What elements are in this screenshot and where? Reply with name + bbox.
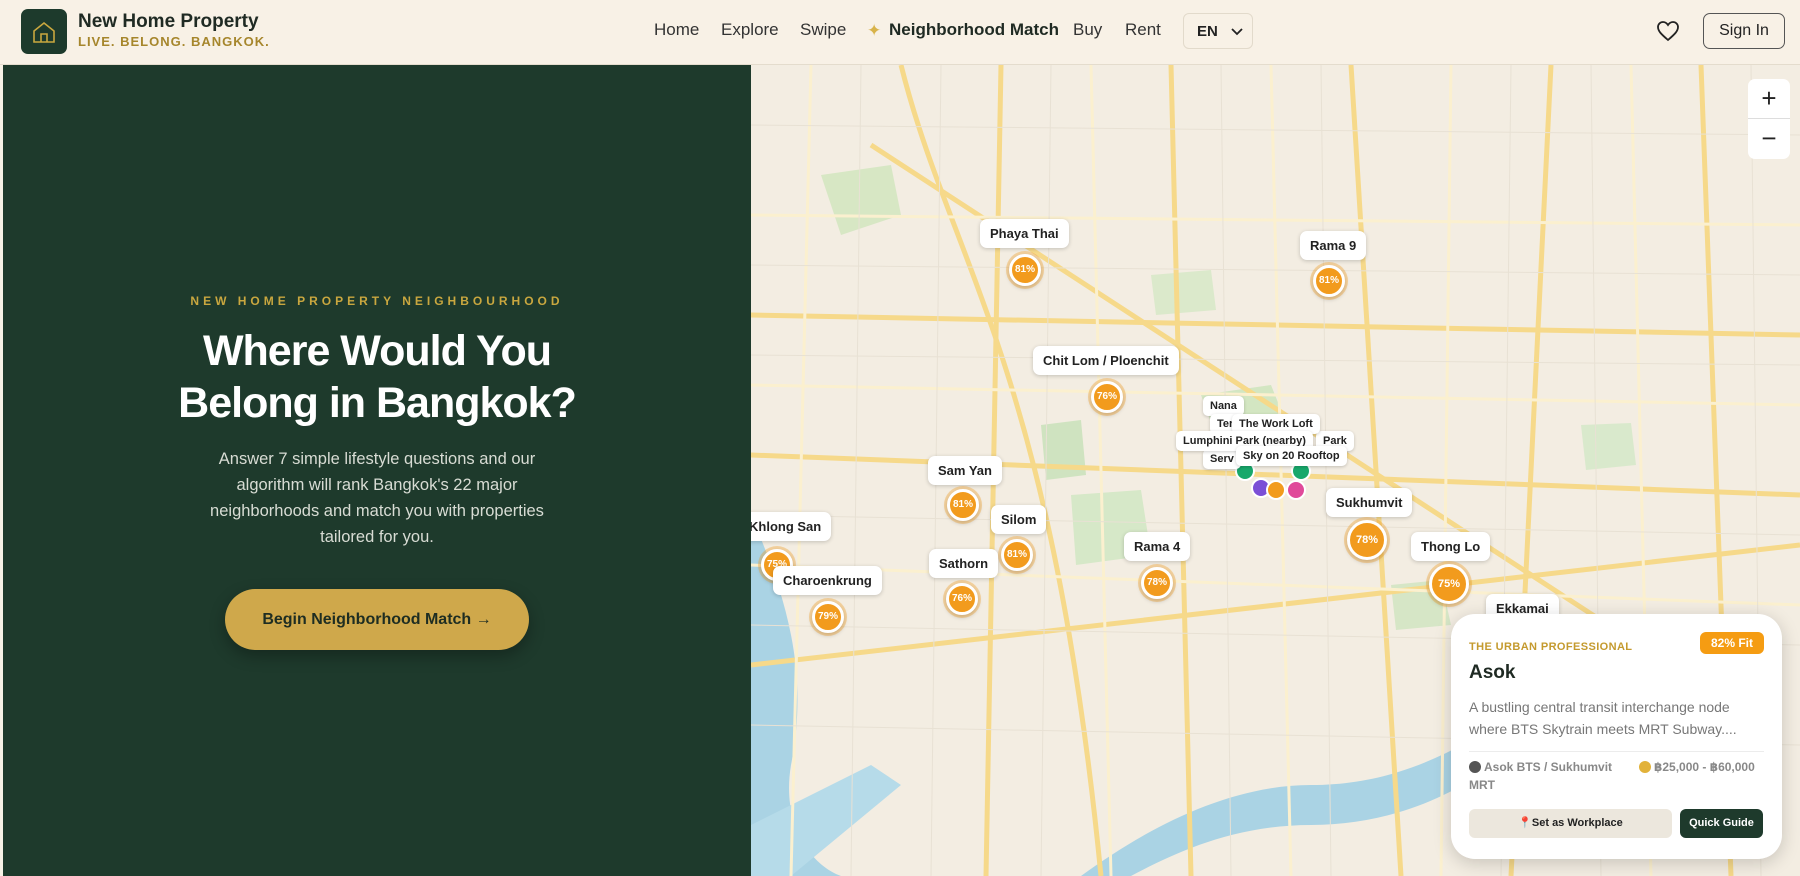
- nav-buy[interactable]: Buy: [1073, 20, 1102, 40]
- hero-title-line1: Where Would You: [202, 327, 552, 375]
- train-icon: [1469, 761, 1481, 773]
- chevron-down-icon: [1231, 28, 1243, 36]
- poi-label-sky-rooftop[interactable]: Sky on 20 Rooftop: [1236, 446, 1347, 466]
- nav-neighborhood-match[interactable]: Neighborhood Match: [889, 20, 1059, 40]
- zoom-in-button[interactable]: +: [1748, 79, 1790, 119]
- sign-in-button[interactable]: Sign In: [1703, 13, 1785, 49]
- pin-icon: 📍: [1518, 817, 1532, 829]
- map-pin-thong-lo[interactable]: 75%: [1429, 564, 1469, 604]
- nav-rent[interactable]: Rent: [1125, 20, 1161, 40]
- map-label-rama-9[interactable]: Rama 9: [1300, 231, 1367, 260]
- price-text: ฿25,000 - ฿60,000: [1654, 760, 1755, 774]
- map-pin-sukhumvit[interactable]: 78%: [1347, 520, 1387, 560]
- nav-home[interactable]: Home: [654, 20, 699, 40]
- logo[interactable]: [21, 9, 67, 54]
- set-workplace-label: Set as Workplace: [1531, 817, 1623, 829]
- nav-swipe[interactable]: Swipe: [800, 20, 846, 40]
- language-select[interactable]: EN: [1183, 13, 1253, 49]
- map-label-rama-4[interactable]: Rama 4: [1124, 532, 1191, 561]
- map-label-thong-lo[interactable]: Thong Lo: [1411, 532, 1491, 561]
- map-label-silom[interactable]: Silom: [991, 505, 1047, 534]
- language-value: EN: [1197, 23, 1218, 40]
- map-label-chit-lom[interactable]: Chit Lom / Ploenchit: [1033, 346, 1179, 375]
- begin-match-button[interactable]: Begin Neighborhood Match →: [225, 589, 529, 650]
- card-persona: THE URBAN PROFESSIONAL: [1469, 641, 1633, 653]
- top-navbar: New Home Property LIVE. BELONG. BANGKOK.…: [0, 0, 1800, 65]
- quick-guide-button[interactable]: Quick Guide: [1680, 809, 1763, 838]
- neighborhood-card: THE URBAN PROFESSIONAL 82% Fit Asok A bu…: [1451, 614, 1782, 859]
- zoom-out-button[interactable]: −: [1748, 119, 1790, 159]
- map-pin-sathorn[interactable]: 76%: [946, 583, 978, 615]
- map-pin-rama-9[interactable]: 81%: [1313, 265, 1345, 297]
- map-label-khlong-san[interactable]: Khlong San: [751, 512, 832, 541]
- transit-info: Asok BTS / Sukhumvit MRT: [1469, 758, 1629, 794]
- map-label-charoenkrung[interactable]: Charoenkrung: [773, 566, 882, 595]
- hero-description: Answer 7 simple lifestyle questions and …: [210, 450, 544, 546]
- card-divider: [1469, 751, 1764, 752]
- map-pin-phaya-thai[interactable]: 81%: [1009, 254, 1041, 286]
- map-pin-sam-yan[interactable]: 81%: [947, 489, 979, 521]
- price-info: ฿25,000 - ฿60,000: [1639, 758, 1759, 776]
- map-pin-charoenkrung[interactable]: 79%: [812, 601, 844, 633]
- set-workplace-button[interactable]: 📍Set as Workplace: [1469, 809, 1672, 838]
- poi-orange-icon[interactable]: [1266, 480, 1286, 500]
- poi-pink-icon[interactable]: [1286, 480, 1306, 500]
- brand-name[interactable]: New Home Property: [78, 11, 259, 33]
- fit-badge: 82% Fit: [1700, 632, 1764, 654]
- hero-title-line2: Belong in Bangkok?: [178, 379, 577, 427]
- map-label-sam-yan[interactable]: Sam Yan: [928, 456, 1002, 485]
- brand-tagline: LIVE. BELONG. BANGKOK.: [78, 34, 270, 49]
- heart-icon[interactable]: [1656, 20, 1680, 42]
- sparkle-icon: ✦: [867, 21, 882, 40]
- map-pin-rama-4[interactable]: 78%: [1141, 567, 1173, 599]
- map-pin-silom[interactable]: 81%: [1001, 539, 1033, 571]
- hero-eyebrow: NEW HOME PROPERTY NEIGHBOURHOOD: [190, 294, 564, 308]
- hero-title: Where Would You Belong in Bangkok?: [3, 325, 751, 429]
- nav-explore[interactable]: Explore: [721, 20, 779, 40]
- card-title: Asok: [1469, 662, 1516, 683]
- poi-label-nana[interactable]: Nana: [1203, 396, 1244, 416]
- transit-text: Asok BTS / Sukhumvit MRT: [1469, 760, 1613, 792]
- map-pin-chit-lom[interactable]: 76%: [1091, 381, 1123, 413]
- map-label-sathorn[interactable]: Sathorn: [929, 549, 999, 578]
- home-logo-icon: [33, 21, 55, 43]
- hero-panel: NEW HOME PROPERTY NEIGHBOURHOOD Where Wo…: [3, 65, 751, 876]
- map-label-sukhumvit[interactable]: Sukhumvit: [1326, 488, 1413, 517]
- map-label-phaya-thai[interactable]: Phaya Thai: [980, 219, 1069, 248]
- money-bag-icon: [1639, 761, 1651, 773]
- card-description: A bustling central transit interchange n…: [1469, 699, 1737, 737]
